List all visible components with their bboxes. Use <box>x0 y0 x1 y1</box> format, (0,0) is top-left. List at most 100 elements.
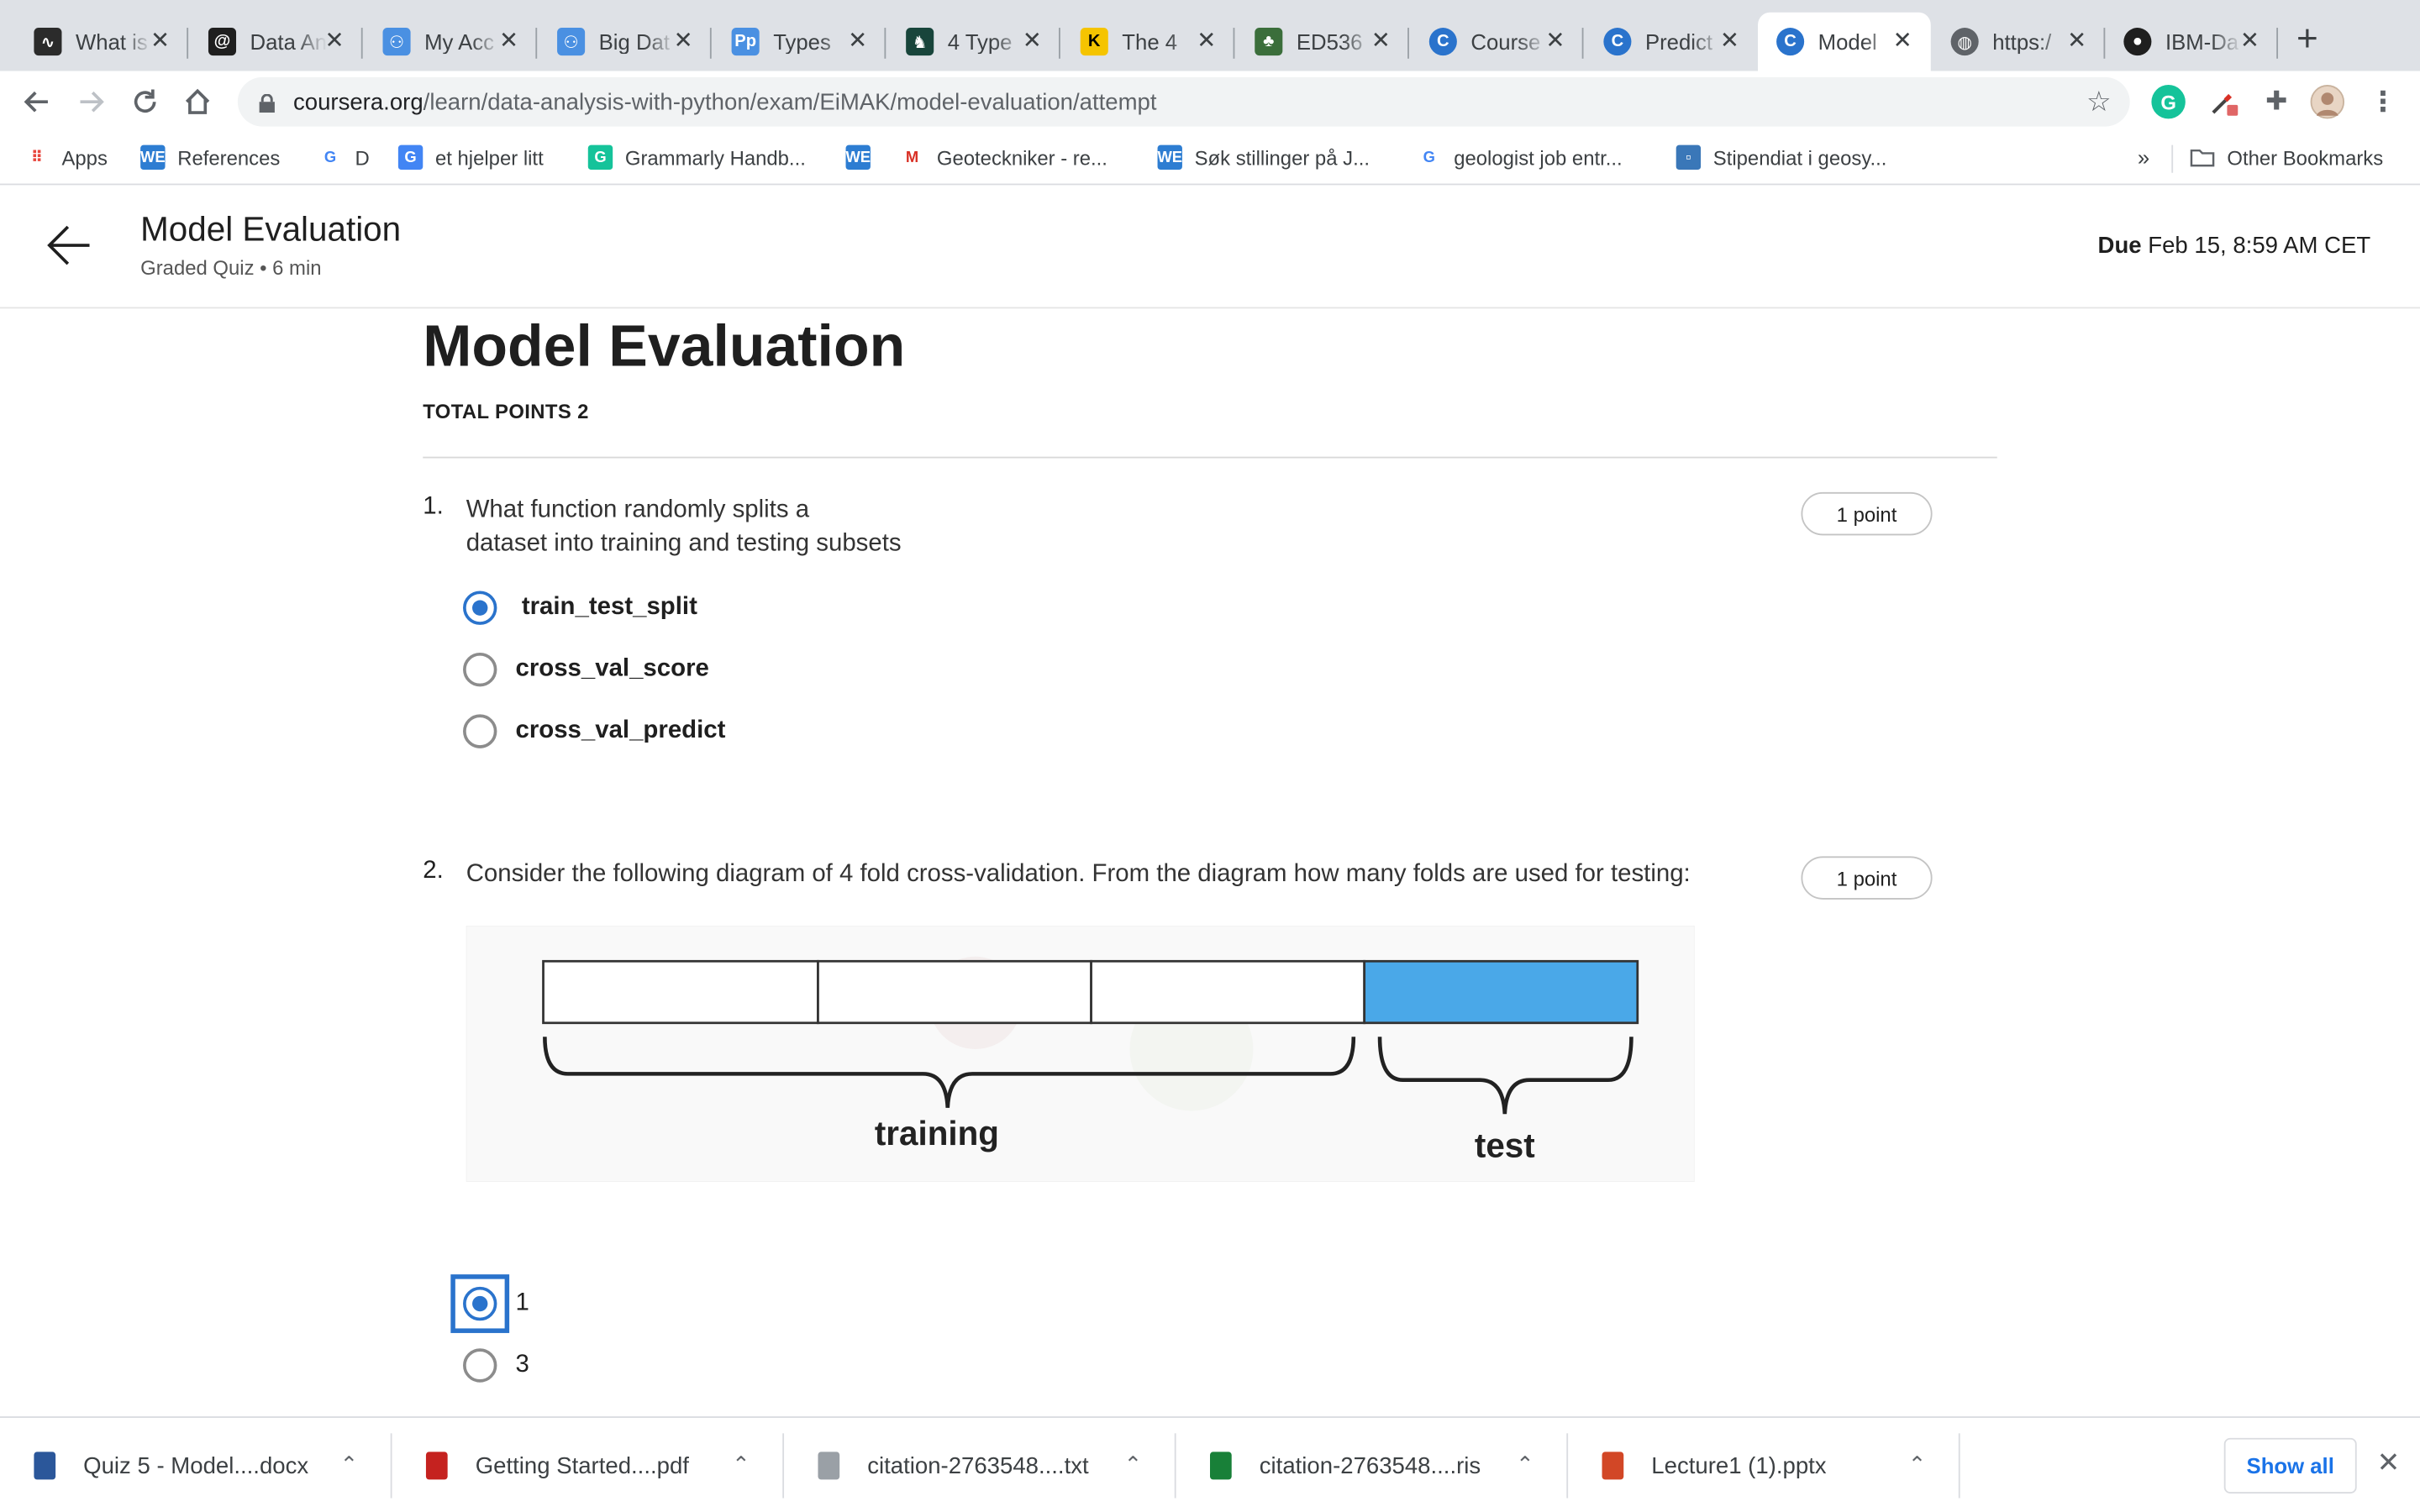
bookmark-item[interactable]: WE Søk stillinger på J... <box>1157 144 1370 171</box>
close-tab-icon[interactable]: ✕ <box>1720 28 1739 55</box>
close-tab-icon[interactable]: ✕ <box>2240 28 2260 55</box>
back-icon[interactable] <box>18 83 55 120</box>
other-bookmarks-folder[interactable]: Other Bookmarks <box>2190 145 2383 170</box>
ris-file-icon <box>1210 1452 1232 1480</box>
github-icon: ● <box>2123 28 2152 56</box>
tab-10[interactable]: C Predict ✕ <box>1585 13 1758 71</box>
training-fold <box>1090 959 1366 1025</box>
eyedropper-extension-icon[interactable] <box>2207 85 2241 118</box>
url-path: /learn/data-analysis-with-python/exam/Ei… <box>423 88 1157 115</box>
tab-title: Big Dat <box>598 29 670 55</box>
answer-option[interactable]: cross_val_predict <box>463 714 725 748</box>
bookmark-item[interactable]: WE <box>845 144 883 171</box>
close-downloads-icon[interactable]: ✕ <box>2377 1447 2401 1480</box>
chevron-up-icon[interactable]: ⌃ <box>1124 1452 1143 1478</box>
bookmark-label: References <box>177 145 281 170</box>
bookmark-star-icon[interactable]: ☆ <box>2086 87 2112 119</box>
grammarly-extension-icon[interactable]: G <box>2151 85 2186 119</box>
download-filename: Lecture1 (1).pptx <box>1651 1452 1827 1479</box>
download-item[interactable]: Getting Started....pdf ⌃ <box>392 1418 785 1512</box>
close-tab-icon[interactable]: ✕ <box>1371 28 1391 55</box>
tab-6[interactable]: ♞ 4 Type ✕ <box>887 13 1060 71</box>
download-item[interactable]: citation-2763548....txt ⌃ <box>784 1418 1176 1512</box>
close-tab-icon[interactable]: ✕ <box>1545 28 1565 55</box>
close-tab-icon[interactable]: ✕ <box>324 28 344 55</box>
new-tab-icon[interactable]: + <box>2296 21 2318 59</box>
radio-button[interactable] <box>463 1348 497 1383</box>
chevron-up-icon[interactable]: ⌃ <box>1908 1452 1927 1478</box>
profile-avatar[interactable] <box>2310 85 2345 119</box>
close-tab-icon[interactable]: ✕ <box>848 28 867 55</box>
other-bookmarks-label: Other Bookmarks <box>2227 145 2384 170</box>
radio-button-checked[interactable] <box>450 1274 510 1333</box>
close-tab-icon[interactable]: ✕ <box>150 28 170 55</box>
close-tab-icon[interactable]: ✕ <box>499 28 518 55</box>
tab-3[interactable]: ⚇ My Acc ✕ <box>364 13 538 71</box>
download-item[interactable]: Quiz 5 - Model....docx ⌃ <box>0 1418 392 1512</box>
question-text: What function randomly splits a dataset … <box>466 494 902 562</box>
bookmark-item[interactable]: G Grammarly Handb... <box>587 144 806 171</box>
bookmark-item[interactable]: GD <box>318 144 370 171</box>
close-tab-icon[interactable]: ✕ <box>674 28 693 55</box>
bookmark-item[interactable]: M Geoteckniker - re... <box>899 144 1107 171</box>
text-file-icon <box>818 1452 840 1480</box>
home-icon[interactable] <box>179 83 216 120</box>
answer-option[interactable]: 1 <box>450 1274 529 1333</box>
cross-validation-diagram: training test <box>465 925 1696 1183</box>
extensions-puzzle-icon[interactable]: ✚ <box>2260 85 2293 118</box>
tab-title: ED536 <box>1296 29 1363 55</box>
radio-button-checked[interactable] <box>463 591 497 625</box>
due-date: Due Feb 15, 8:59 AM CET <box>2098 233 2371 259</box>
bookmark-item[interactable]: Ggeologist job entr... <box>1417 144 1623 171</box>
download-item[interactable]: citation-2763548....ris ⌃ <box>1176 1418 1569 1512</box>
show-all-button[interactable]: Show all <box>2223 1437 2357 1494</box>
downloads-bar: Show all ✕ Quiz 5 - Model....docx ⌃ Gettin… <box>0 1416 2420 1512</box>
close-tab-icon[interactable]: ✕ <box>1023 28 1042 55</box>
radio-button[interactable] <box>463 652 497 687</box>
tab-11[interactable]: C Model ✕ <box>1758 12 1931 71</box>
browser-menu-icon[interactable]: ⋮ <box>2366 85 2400 118</box>
radio-button[interactable] <box>463 714 497 748</box>
reload-icon[interactable] <box>127 83 164 120</box>
chevron-up-icon[interactable]: ⌃ <box>1516 1452 1534 1478</box>
tab-1[interactable]: ∿ What is ✕ <box>15 13 189 71</box>
close-tab-icon[interactable]: ✕ <box>1197 28 1216 55</box>
chevron-up-icon[interactable]: ⌃ <box>340 1452 359 1478</box>
chevron-up-icon[interactable]: ⌃ <box>732 1452 750 1478</box>
bookmark-item[interactable]: Get hjelper litt <box>397 144 544 171</box>
bookmark-label: geologist job entr... <box>1454 145 1623 170</box>
tab-4[interactable]: ⚇ Big Dat ✕ <box>539 13 712 71</box>
tab-9[interactable]: C Course ✕ <box>1411 13 1584 71</box>
tab-8[interactable]: ♣ ED536 ✕ <box>1236 13 1409 71</box>
bookmark-item[interactable]: ⠿ Apps <box>24 144 108 171</box>
answer-option[interactable]: cross_val_score <box>463 652 709 687</box>
back-arrow-icon[interactable] <box>46 222 92 268</box>
bookmarks-overflow-icon[interactable]: » <box>2138 145 2149 170</box>
course-header: Model Evaluation Graded Quiz • 6 min Due… <box>0 185 2420 309</box>
focus-ring <box>450 1274 510 1333</box>
bookmarks-divider <box>2171 144 2174 173</box>
close-tab-icon[interactable]: ✕ <box>1893 28 1912 55</box>
bookmark-label: Geoteckniker - re... <box>936 145 1107 170</box>
tab-13[interactable]: ● IBM-Da ✕ <box>2105 13 2279 71</box>
tab-7[interactable]: K The 4 ✕ <box>1062 13 1235 71</box>
answer-option[interactable]: 3 <box>463 1348 529 1383</box>
bookmark-item[interactable]: ▫ Stipendiat i geosy... <box>1676 144 1886 171</box>
tab-12[interactable]: ◍ https:/ ✕ <box>1933 13 2106 71</box>
translate-icon: G <box>397 144 424 171</box>
forward-icon[interactable] <box>72 83 109 120</box>
close-tab-icon[interactable]: ✕ <box>2067 28 2086 55</box>
tab-title: 4 Type <box>947 29 1013 55</box>
globe-icon: ◍ <box>1950 28 1979 56</box>
download-item[interactable]: Lecture1 (1).pptx ⌃ <box>1568 1418 1960 1512</box>
tab-5[interactable]: Pp Types ✕ <box>713 13 886 71</box>
tab-2[interactable]: @ Data An ✕ <box>190 13 363 71</box>
tab-separator <box>709 28 712 59</box>
answer-option[interactable]: train_test_split <box>463 591 697 625</box>
diagram-svg: training test <box>465 925 1696 1183</box>
people-icon: ⚇ <box>557 28 586 56</box>
option-label: 1 <box>515 1289 529 1316</box>
bookmark-item[interactable]: WE References <box>140 144 281 171</box>
address-bar[interactable]: coursera.org/learn/data-analysis-with-py… <box>237 76 2130 127</box>
gmail-icon: M <box>899 144 925 171</box>
